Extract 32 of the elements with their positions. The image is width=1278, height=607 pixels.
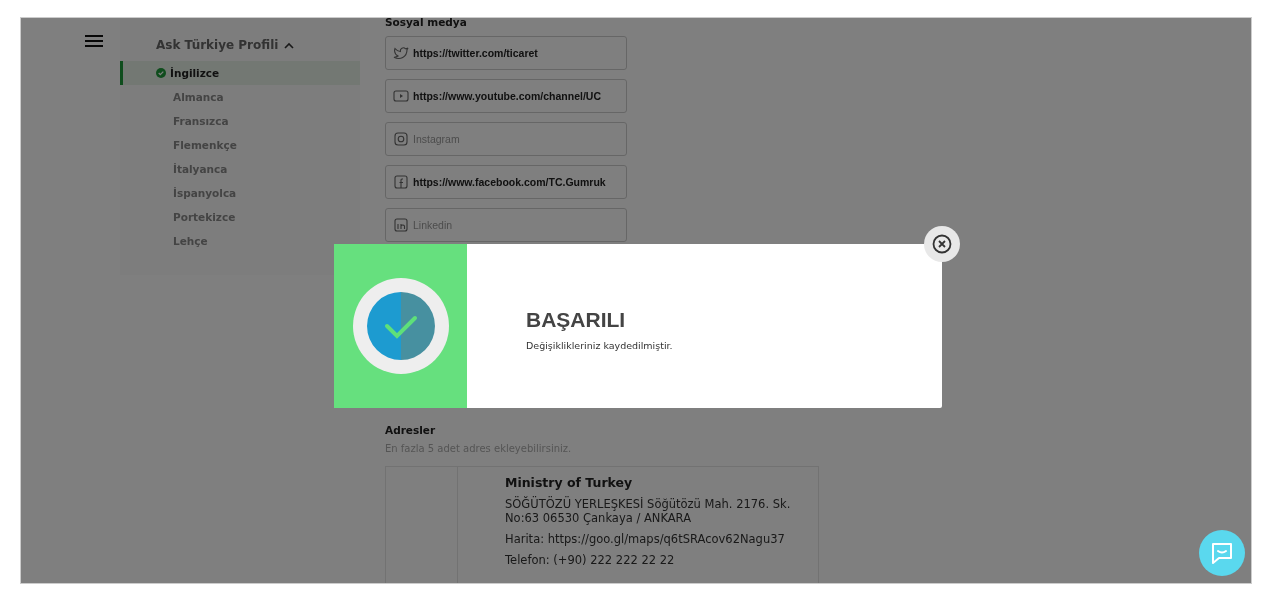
section-title: Adresler (385, 423, 437, 437)
language-item[interactable]: Almanca (120, 85, 360, 109)
url-field[interactable]: https://twitter.com/ticaret (385, 36, 627, 70)
close-button[interactable] (924, 226, 960, 262)
address-line: Harita: https://goo.gl/maps/q6tSRAcov62Nagu37 (505, 532, 786, 546)
language-item[interactable]: İtalyanca (120, 157, 360, 181)
chat-icon (1210, 541, 1234, 565)
address-line: Telefon: (+90) 222 222 22 22 (505, 553, 676, 567)
camera-icon (393, 131, 409, 147)
bird-icon (393, 45, 409, 61)
letters-in-icon (393, 217, 409, 233)
check-badge-icon (352, 278, 449, 374)
dialog-message: Değişiklikleriniz kaydedilmiştir. (526, 340, 673, 351)
language-item[interactable]: Portekizce (120, 205, 360, 229)
language-item[interactable]: Flemenkçe (120, 133, 360, 157)
section-title: Sosyal medya (385, 18, 468, 29)
language-item[interactable]: Fransızca (120, 109, 360, 133)
dialog-title: BAŞARILI (526, 308, 627, 332)
url-field[interactable]: https://www.youtube.com/channel/UC (385, 79, 627, 113)
play-icon (393, 88, 409, 104)
language-item[interactable]: İngilizce (120, 61, 360, 85)
chat-button[interactable] (1199, 530, 1245, 576)
address-line: SÖĞÜTÖZÜ YERLEŞKESİ Söğütözü Mah. 2176. Sk. No:63 06530 Çankaya / ANKARA (505, 497, 792, 525)
url-field[interactable]: https://www.facebook.com/TC.Gumruk (385, 165, 627, 199)
address-name: Ministry of Turkey (505, 475, 634, 490)
close-icon (932, 234, 952, 254)
language-item[interactable]: İspanyolca (120, 181, 360, 205)
menu-icon[interactable] (85, 35, 103, 47)
profile-toggle[interactable]: Ask Türkiye Profili (120, 38, 360, 52)
letter-f-icon (393, 174, 409, 190)
language-item[interactable]: Lehçe (120, 229, 360, 253)
check-circle-icon (156, 68, 166, 78)
